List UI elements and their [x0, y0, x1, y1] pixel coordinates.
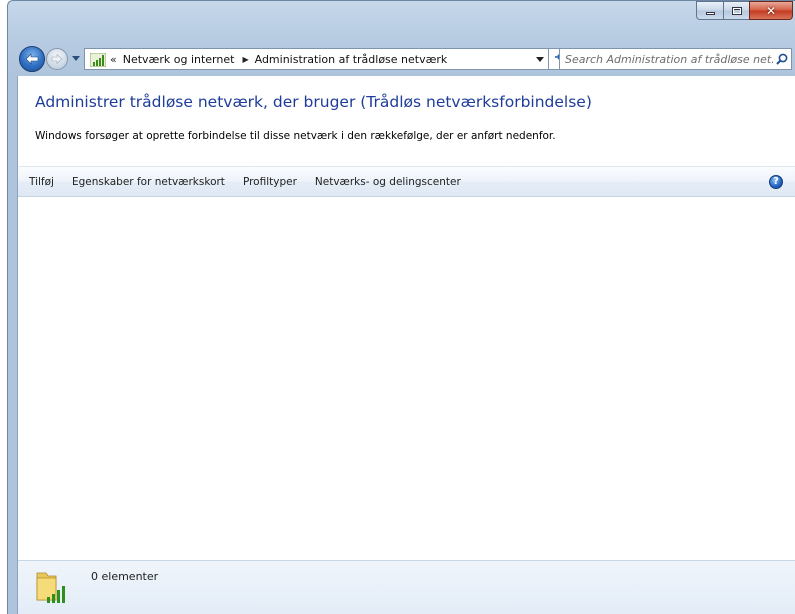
back-button[interactable] [19, 46, 45, 72]
page-title: Administrer trådløse netværk, der bruger… [35, 93, 592, 111]
breadcrumb-separator-icon[interactable]: ▶ [242, 55, 248, 64]
close-icon: ✕ [765, 3, 777, 18]
forward-arrow-icon [51, 54, 63, 64]
search-input[interactable] [560, 50, 773, 68]
navigation-bar: « Netværk og internet ▶ Administration a… [8, 45, 795, 72]
search-box[interactable] [559, 48, 792, 70]
recent-pages-button[interactable] [71, 53, 81, 63]
page-description: Windows forsøger at oprette forbindelse … [35, 130, 556, 142]
content-pane: Administrer trådløse netværk, der bruger… [17, 76, 795, 614]
forward-button[interactable] [46, 48, 68, 70]
network-list[interactable] [18, 197, 795, 560]
address-overflow-chevron[interactable]: « [110, 53, 117, 66]
back-arrow-icon [25, 53, 39, 65]
caption-buttons: ✕ [696, 1, 793, 21]
chevron-down-icon [536, 56, 544, 62]
maximize-button[interactable] [723, 1, 749, 20]
breadcrumb-wireless-management[interactable]: Administration af trådløse netværk [255, 53, 448, 66]
adapter-properties-button[interactable]: Egenskaber for netværkskort [63, 170, 234, 194]
close-button[interactable]: ✕ [749, 1, 793, 20]
details-pane: 0 elementer [18, 560, 795, 614]
help-button[interactable]: ? [769, 175, 783, 189]
command-toolbar: Tilføj Egenskaber for netværkskort Profi… [18, 166, 795, 197]
wireless-folder-icon [34, 569, 72, 605]
maximize-icon [731, 6, 742, 15]
network-sharing-center-button[interactable]: Netværks- og delingscenter [306, 170, 470, 194]
minimize-icon [705, 11, 715, 15]
profile-types-button[interactable]: Profiltyper [234, 170, 306, 194]
chevron-down-icon [72, 55, 80, 61]
breadcrumb-network-internet[interactable]: Netværk og internet [123, 53, 235, 66]
search-icon[interactable] [773, 53, 791, 65]
add-button[interactable]: Tilføj [18, 170, 63, 194]
address-dropdown-button[interactable] [532, 56, 548, 62]
minimize-button[interactable] [696, 1, 723, 20]
item-count: 0 elementer [91, 570, 159, 583]
address-bar[interactable]: « Netværk og internet ▶ Administration a… [84, 48, 549, 70]
wireless-network-icon [89, 51, 107, 67]
help-icon: ? [773, 176, 779, 187]
